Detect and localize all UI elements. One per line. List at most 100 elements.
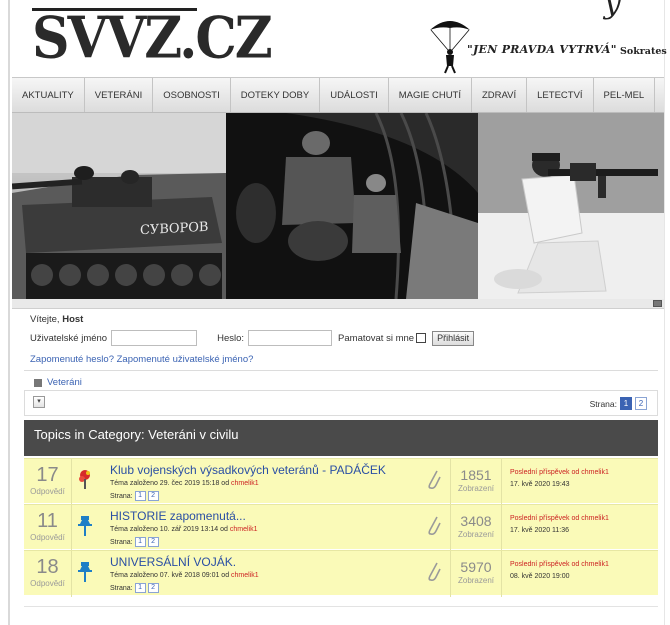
- nav-item-letectvi[interactable]: LETECTVÍ: [527, 78, 594, 112]
- banner-photo-paratroopers: [226, 113, 478, 299]
- remember-label: Pamatovat si mne: [338, 332, 415, 344]
- topic-pages: Strana: 1 2: [110, 491, 159, 501]
- reply-count: 18 Odpovědí: [24, 551, 72, 597]
- nav-item-zdravi[interactable]: ZDRAVÍ: [472, 78, 528, 112]
- remember-checkbox[interactable]: [416, 333, 427, 343]
- nav-item-osobnosti[interactable]: OSOBNOSTI: [153, 78, 231, 112]
- breadcrumb: Veteráni: [34, 377, 82, 388]
- chevron-down-icon[interactable]: ▾: [33, 396, 45, 408]
- username-input[interactable]: [111, 330, 198, 346]
- page-1-button[interactable]: 1: [620, 397, 632, 410]
- topic-pages-label: Strana:: [110, 492, 133, 500]
- topic-toolbar: ▾ Strana: 1 2: [24, 390, 658, 416]
- nav-item-veterani[interactable]: VETERÁNI: [85, 78, 154, 112]
- topic-page-1-link[interactable]: 1: [134, 537, 146, 547]
- reply-count: 11 Odpovědí: [24, 505, 72, 551]
- attachment-icon: [428, 516, 441, 535]
- page-border-right: [664, 0, 665, 625]
- topic-meta-text: Téma založeno 10. zář 2019 13:14 od: [110, 526, 230, 533]
- topic-title-link[interactable]: UNIVERSÁLNÍ VOJÁK.: [110, 555, 236, 569]
- topic-author-link[interactable]: chmelik1: [230, 526, 258, 533]
- category-icon: [34, 378, 42, 387]
- view-count-label: Zobrazení: [457, 484, 495, 493]
- page-2-button[interactable]: 2: [635, 397, 647, 410]
- reply-count: 17 Odpovědí: [24, 459, 72, 505]
- topic-row[interactable]: 18 Odpovědí UNIVERSÁLNÍ VOJÁK. Téma zalo…: [24, 550, 658, 597]
- login-panel: Vítejte, Host Uživatelské jméno Heslo: P…: [30, 314, 660, 365]
- nav-item-pel-mel[interactable]: PEL-MEL: [594, 78, 656, 112]
- topic-meta: Téma založeno 07. kvě 2018 09:01 od chme…: [110, 572, 259, 579]
- banner-footer-bar: [12, 299, 664, 309]
- view-count-value: 1851: [460, 467, 492, 483]
- banner-photo-tank: СУВОРОВ: [12, 113, 226, 299]
- nav-item-aktuality[interactable]: AKTUALITY: [12, 78, 85, 112]
- topic-pages: Strana: 1 2: [110, 537, 159, 547]
- welcome-user: Host: [62, 314, 84, 325]
- topic-page-1-link[interactable]: 1: [134, 491, 146, 501]
- view-count: 5970 Zobrazení: [450, 551, 502, 597]
- last-post-label: Poslední příspěvek od: [510, 469, 582, 476]
- topic-meta-text: Téma založeno 29. čec 2019 15:18 od: [110, 480, 232, 487]
- last-post-label: Poslední příspěvek od: [510, 515, 582, 522]
- login-form-row: Uživatelské jméno Heslo: Pamatovat si mn…: [30, 330, 475, 346]
- soldier-illustration: [478, 113, 664, 299]
- collapse-banner-button[interactable]: [653, 300, 662, 307]
- welcome-prefix: Vítejte,: [30, 314, 63, 325]
- topic-list: 17 Odpovědí Klub vojenských výsadkových …: [24, 458, 658, 597]
- topic-title-link[interactable]: Klub vojenských výsadkových veteránů - P…: [110, 463, 386, 477]
- logo-underline: [32, 8, 197, 11]
- password-label: Heslo:: [217, 332, 245, 344]
- welcome-text: Vítejte, Host: [30, 314, 660, 325]
- topic-meta: Téma založeno 29. čec 2019 15:18 od chme…: [110, 480, 259, 487]
- topic-author-link[interactable]: chmelik1: [231, 572, 259, 579]
- password-input[interactable]: [248, 330, 333, 346]
- pagination-label: Strana:: [589, 398, 617, 409]
- breadcrumb-link-veterani[interactable]: Veteráni: [47, 377, 82, 388]
- last-post-date: 17. kvě 2020 11:36: [510, 527, 570, 534]
- nav-item-magie-chuti[interactable]: MAGIE CHUTÍ: [389, 78, 472, 112]
- main-nav: AKTUALITY VETERÁNI OSOBNOSTI DOTEKY DOBY…: [12, 77, 664, 113]
- last-post-label: Poslední příspěvek od: [510, 561, 582, 568]
- reply-count-label: Odpovědí: [30, 487, 65, 496]
- last-post-info: Poslední příspěvek od chmelik1 17. kvě 2…: [510, 467, 609, 491]
- topic-page-2-link[interactable]: 2: [147, 537, 159, 547]
- site-header: SVVZ.CZ y "JEN PRAVDA VYTRVÁ" Sokrates: [12, 0, 667, 76]
- topic-pages-label: Strana:: [110, 584, 133, 592]
- topic-meta: Téma založeno 10. zář 2019 13:14 od chme…: [110, 526, 257, 533]
- last-post-user-link[interactable]: chmelik1: [581, 515, 609, 522]
- banner-photo-soldier: [478, 113, 664, 299]
- topic-page-2-link[interactable]: 2: [147, 583, 159, 593]
- topic-pages: Strana: 1 2: [110, 583, 159, 593]
- last-post-user-link[interactable]: chmelik1: [581, 561, 609, 568]
- last-post-info: Poslední příspěvek od chmelik1 17. kvě 2…: [510, 513, 609, 537]
- reply-count-value: 18: [36, 556, 59, 578]
- corner-glyph: y: [604, 0, 621, 21]
- header-banner: СУВОРОВ: [12, 113, 664, 299]
- hot-topic-icon: [79, 470, 90, 489]
- list-bottom-divider: [24, 606, 658, 607]
- reply-count-label: Odpovědí: [30, 579, 65, 588]
- forgot-password-link[interactable]: Zapomenuté heslo?: [30, 354, 114, 365]
- login-button[interactable]: Přihlásit: [432, 330, 475, 346]
- topic-meta-text: Téma založeno 07. kvě 2018 09:01 od: [110, 572, 232, 579]
- topic-page-1-link[interactable]: 1: [134, 583, 146, 593]
- topic-row[interactable]: 17 Odpovědí Klub vojenských výsadkových …: [24, 458, 658, 505]
- topic-author-link[interactable]: chmelik1: [231, 480, 259, 487]
- site-logo[interactable]: SVVZ.CZ: [32, 5, 273, 72]
- nav-item-doteky-doby[interactable]: DOTEKY DOBY: [231, 78, 321, 112]
- last-post-date: 17. kvě 2020 19:43: [510, 481, 570, 488]
- attachment-icon: [428, 470, 441, 489]
- pagination: Strana: 1 2: [590, 397, 647, 410]
- topic-row[interactable]: 11 Odpovědí HISTORIE zapomenutá... Téma …: [24, 504, 658, 551]
- topic-title-link[interactable]: HISTORIE zapomenutá...: [110, 509, 246, 523]
- last-post-user-link[interactable]: chmelik1: [581, 469, 609, 476]
- paratroopers-illustration: [226, 113, 478, 299]
- attachment-icon: [428, 562, 441, 581]
- reply-count-value: 17: [36, 464, 59, 486]
- forgot-username-link[interactable]: Zapomenuté uživatelské jméno?: [117, 354, 254, 365]
- nav-item-udalosti[interactable]: UDÁLOSTI: [320, 78, 389, 112]
- topic-page-2-link[interactable]: 2: [147, 491, 159, 501]
- pin-icon: [78, 562, 92, 582]
- last-post-date: 08. kvě 2020 19:00: [510, 573, 570, 580]
- motto-author: Sokrates: [620, 46, 667, 57]
